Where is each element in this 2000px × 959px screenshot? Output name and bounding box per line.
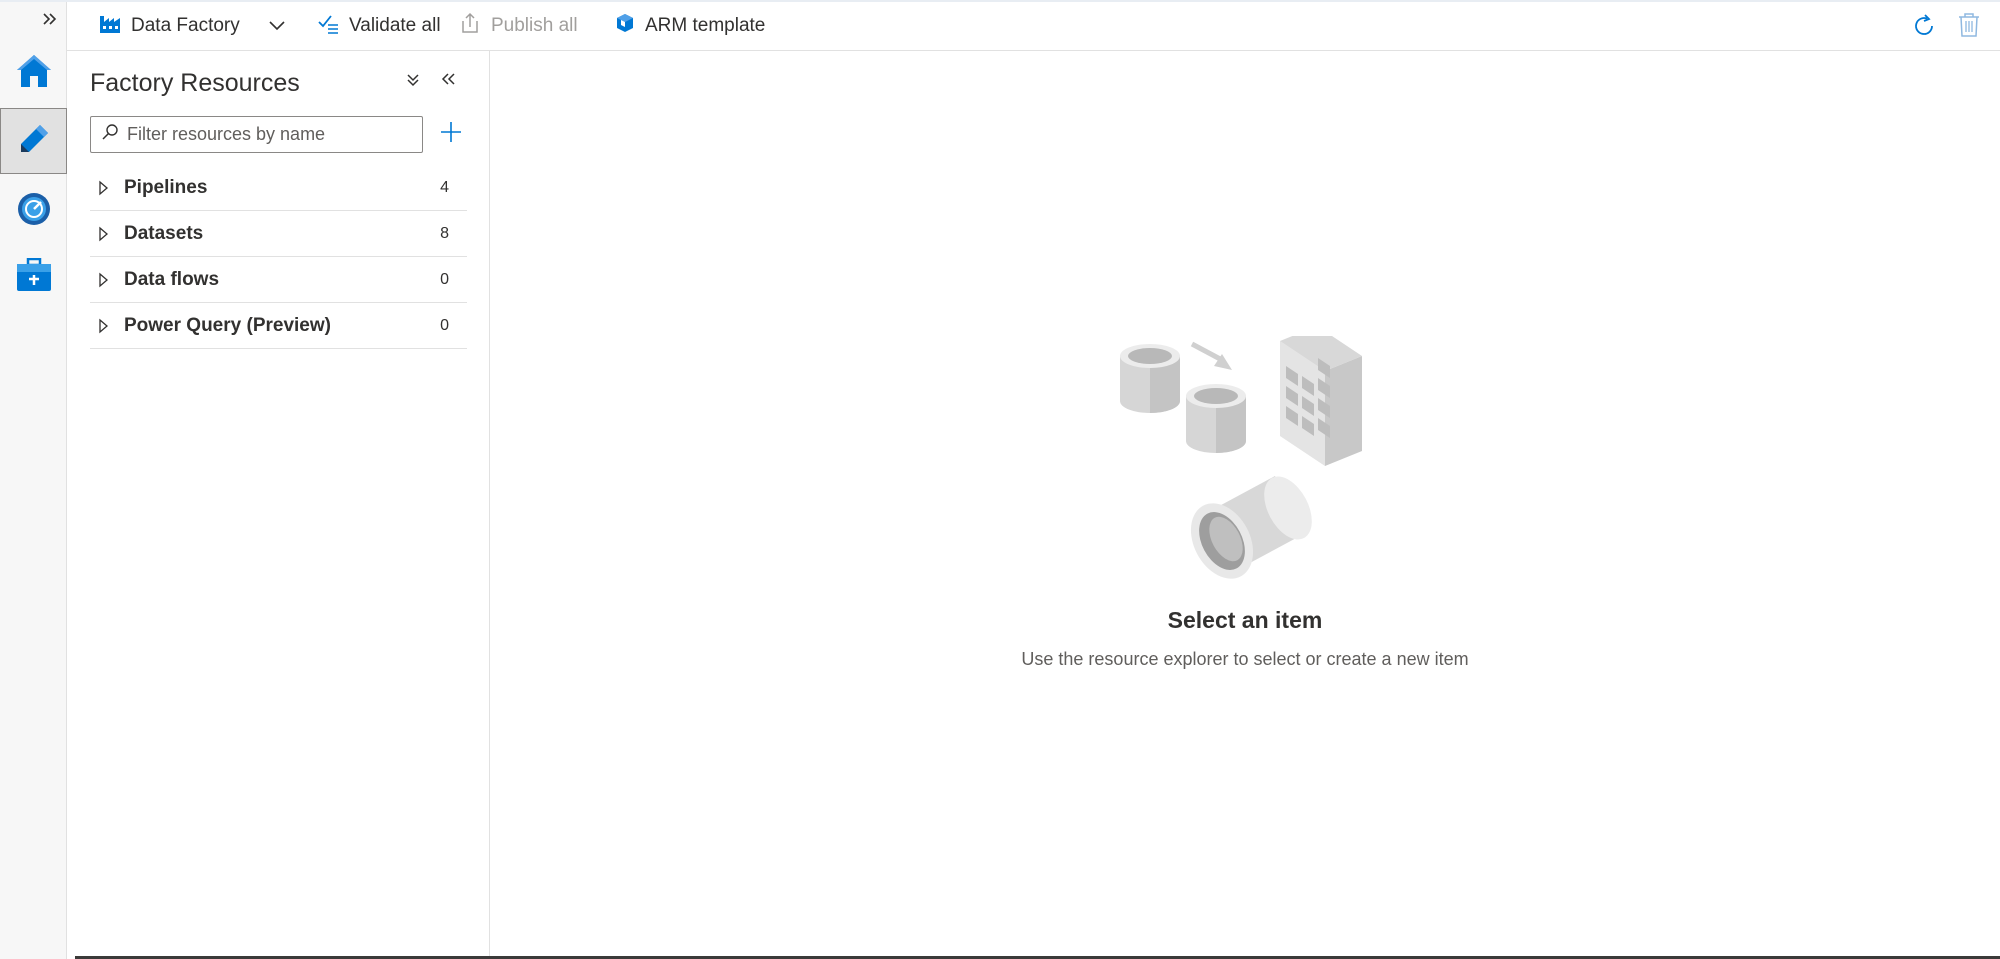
caret-right-icon bbox=[98, 180, 110, 201]
resource-row-data-flows[interactable]: Data flows 0 bbox=[90, 257, 467, 303]
home-icon bbox=[15, 53, 53, 94]
plus-icon bbox=[439, 120, 463, 149]
resource-count: 8 bbox=[440, 224, 449, 242]
nav-manage[interactable] bbox=[0, 244, 67, 310]
data-factory-label: Data Factory bbox=[131, 15, 240, 36]
caret-right-icon bbox=[98, 272, 110, 293]
nav-rail bbox=[0, 0, 67, 959]
empty-state-title: Select an item bbox=[1167, 607, 1323, 633]
delete-icon[interactable] bbox=[1957, 12, 1981, 43]
publish-upload-icon bbox=[459, 12, 481, 40]
resource-name: Power Query (Preview) bbox=[124, 314, 331, 336]
resource-row-datasets[interactable]: Datasets 8 bbox=[90, 211, 467, 257]
caret-right-icon bbox=[98, 226, 110, 247]
empty-state-illustration-icon bbox=[1110, 326, 1410, 636]
resource-row-power-query[interactable]: Power Query (Preview) 0 bbox=[90, 303, 467, 349]
resource-name: Datasets bbox=[124, 222, 204, 244]
pencil-icon bbox=[16, 121, 52, 162]
main-canvas: Select an item Use the resource explorer… bbox=[490, 51, 2000, 959]
expand-nav-icon[interactable] bbox=[40, 8, 60, 30]
monitor-gauge-icon bbox=[17, 192, 51, 231]
data-factory-dropdown[interactable]: Data Factory bbox=[99, 12, 286, 40]
empty-state-subtitle: Use the resource explorer to select or c… bbox=[1021, 649, 1469, 669]
resource-count: 4 bbox=[440, 178, 449, 196]
resource-list: Pipelines 4 Datasets 8 Data flows 0 Powe… bbox=[90, 165, 467, 349]
arm-template-label: ARM template bbox=[645, 15, 766, 36]
validate-all-button[interactable]: Validate all bbox=[317, 12, 441, 40]
search-icon bbox=[101, 123, 119, 146]
caret-right-icon bbox=[98, 318, 110, 339]
resource-name: Pipelines bbox=[124, 176, 208, 198]
toolbox-icon bbox=[16, 257, 52, 297]
refresh-icon[interactable] bbox=[1911, 13, 1937, 44]
filter-resources-input[interactable] bbox=[127, 124, 407, 145]
publish-all-button[interactable]: Publish all bbox=[459, 12, 578, 40]
panel-title: Factory Resources bbox=[90, 69, 300, 97]
validate-all-label: Validate all bbox=[349, 15, 441, 36]
factory-icon bbox=[99, 12, 121, 40]
nav-monitor[interactable] bbox=[0, 178, 67, 244]
nav-author[interactable] bbox=[0, 108, 67, 174]
validate-checklist-icon bbox=[317, 12, 339, 40]
chevron-down-icon bbox=[268, 15, 286, 37]
collapse-all-icon[interactable] bbox=[405, 71, 421, 94]
resource-row-pipelines[interactable]: Pipelines 4 bbox=[90, 165, 467, 211]
resource-count: 0 bbox=[440, 270, 449, 288]
factory-resources-panel: Factory Resources Pipelines 4 bbox=[67, 51, 490, 959]
add-resource-button[interactable] bbox=[435, 118, 467, 150]
resource-count: 0 bbox=[440, 316, 449, 334]
collapse-panel-icon[interactable] bbox=[439, 71, 457, 94]
arm-cube-icon bbox=[615, 13, 635, 39]
resource-name: Data flows bbox=[124, 268, 220, 290]
filter-resources-search bbox=[90, 116, 423, 153]
top-toolbar: Data Factory Validate all Publish all AR… bbox=[0, 0, 2000, 51]
publish-all-label: Publish all bbox=[491, 15, 578, 36]
nav-home[interactable] bbox=[0, 40, 67, 106]
arm-template-button[interactable]: ARM template bbox=[615, 12, 765, 40]
